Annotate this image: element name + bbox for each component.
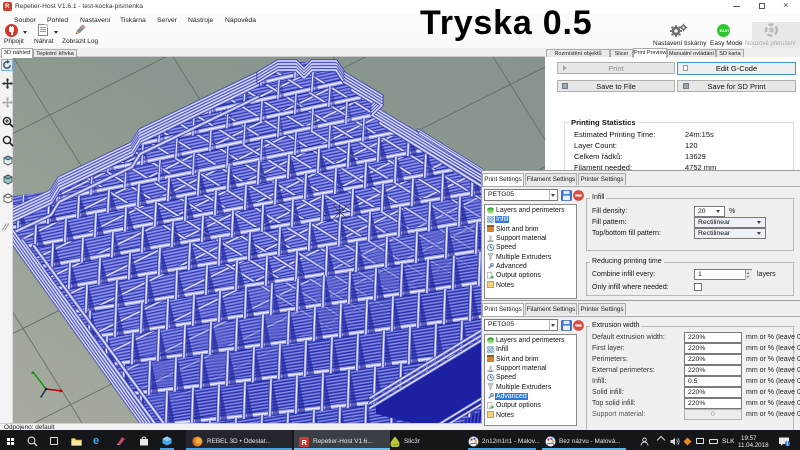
svg-text:1: 1 [786,441,789,447]
